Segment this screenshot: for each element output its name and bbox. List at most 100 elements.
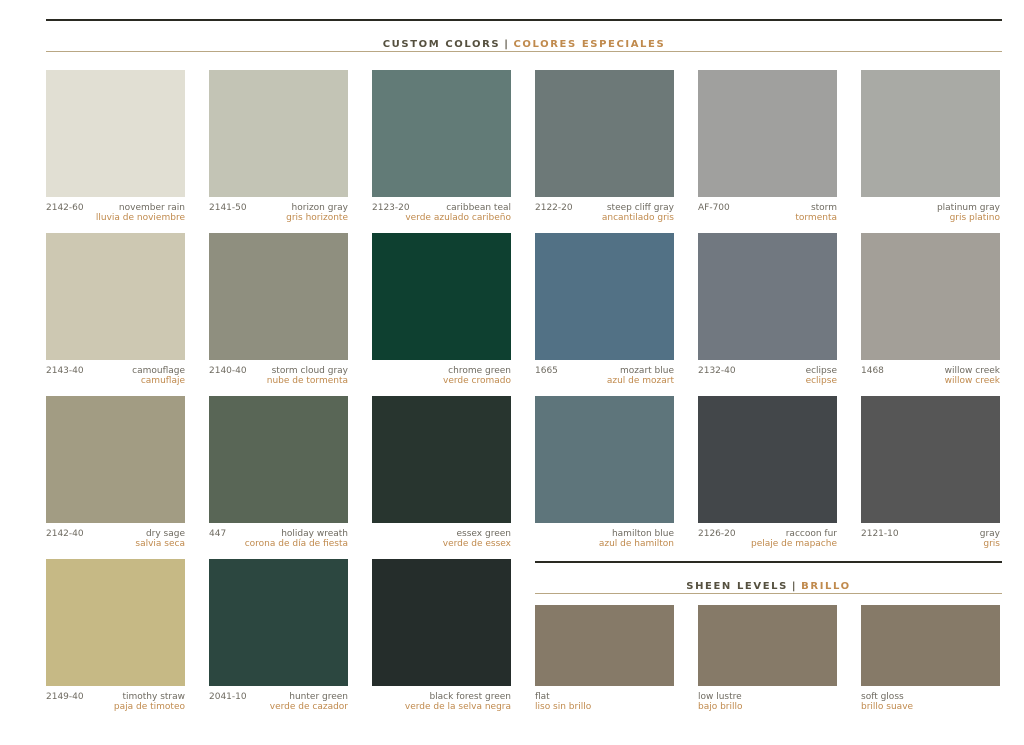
swatch-caribbean-teal[interactable]: 2123-20 caribbean teal verde azulado carib… (372, 70, 511, 225)
color-name-en: storm (810, 203, 837, 213)
color-name-en: mozart blue (619, 366, 674, 376)
color-name-en: november rain (118, 203, 185, 213)
swatch-mozart-blue[interactable]: 1665 mozart blue azul de mozart (535, 233, 674, 388)
swatch-hunter-green[interactable]: 2041-10 hunter green verde de cazador (209, 559, 348, 714)
color-name-en: raccoon fur (785, 529, 837, 539)
swatch-raccoon-fur[interactable]: 2126-20 raccoon fur pelaje de mapache (698, 396, 837, 551)
color-code: 2041-10 (209, 692, 247, 702)
color-name-en: timothy straw (122, 692, 185, 702)
color-name-en: platinum gray (936, 203, 1000, 213)
swatch-november-rain[interactable]: 2142-60 november rain lluvia de noviembre (46, 70, 185, 225)
color-chip[interactable] (535, 70, 674, 197)
sheen-soft-gloss[interactable]: soft gloss brillo suave (861, 605, 1000, 714)
color-chip[interactable] (209, 70, 348, 197)
swatch-horizon-gray[interactable]: 2141-50 horizon gray gris horizonte (209, 70, 348, 225)
color-name-en: storm cloud gray (271, 366, 348, 376)
color-chip[interactable] (46, 233, 185, 360)
color-code: 1468 (861, 366, 884, 376)
sheen-name-es: bajo brillo (698, 702, 743, 712)
sheen-chip[interactable] (861, 605, 1000, 686)
color-name-en: horizon gray (291, 203, 348, 213)
sheen-low-lustre[interactable]: low lustre bajo brillo (698, 605, 837, 714)
color-chip[interactable] (861, 70, 1000, 197)
custom-colors-heading: CUSTOM COLORS | COLORES ESPECIALES (46, 39, 1002, 50)
swatch-gray[interactable]: 2121-10 gray gris (861, 396, 1000, 551)
sheen-flat[interactable]: flat liso sin brillo (535, 605, 674, 714)
color-code: 2122-20 (535, 203, 573, 213)
swatch-black-forest-green[interactable]: black forest green verde de la selva negr… (372, 559, 511, 714)
color-name-es: paja de timoteo (113, 702, 185, 712)
color-name-es: azul de mozart (606, 376, 674, 386)
color-chip[interactable] (46, 559, 185, 686)
color-name-en: black forest green (429, 692, 511, 702)
color-chip[interactable] (698, 70, 837, 197)
color-chip[interactable] (372, 559, 511, 686)
sheen-name-en: flat (535, 692, 550, 702)
sheen-chip[interactable] (698, 605, 837, 686)
color-chip[interactable] (46, 70, 185, 197)
color-name-es: verde de la selva negra (404, 702, 511, 712)
swatch-storm-cloud-gray[interactable]: 2140-40 storm cloud gray nube de tormenta (209, 233, 348, 388)
swatch-holiday-wreath[interactable]: 447 holiday wreath corona de día de fiesta (209, 396, 348, 551)
sheen-name-en: soft gloss (861, 692, 904, 702)
sheen-chip[interactable] (535, 605, 674, 686)
color-name-es: azul de hamilton (598, 539, 674, 549)
color-name-en: caribbean teal (446, 203, 511, 213)
swatch-hamilton-blue[interactable]: hamilton blue azul de hamilton (535, 396, 674, 551)
color-name-en: hamilton blue (611, 529, 674, 539)
swatch-storm[interactable]: AF-700 storm tormenta (698, 70, 837, 225)
color-name-es: corona de día de fiesta (244, 539, 348, 549)
color-name-es: salvia seca (135, 539, 185, 549)
swatch-willow-creek[interactable]: 1468 willow creek willow creek (861, 233, 1000, 388)
custom-colors-title-en: CUSTOM COLORS (382, 39, 501, 50)
swatch-platinum-gray[interactable]: platinum gray gris platino (861, 70, 1000, 225)
color-name-en: steep cliff gray (606, 203, 674, 213)
color-code: 447 (209, 529, 227, 539)
swatch-camouflage[interactable]: 2143-40 camouflage camuflaje (46, 233, 185, 388)
swatch-essex-green[interactable]: essex green verde de essex (372, 396, 511, 551)
color-chip[interactable] (372, 70, 511, 197)
color-chip[interactable] (698, 396, 837, 523)
color-name-es: verde azulado caribeño (405, 213, 511, 223)
color-code: 2149-40 (46, 692, 84, 702)
color-name-en: willow creek (944, 366, 1000, 376)
color-name-en: chrome green (448, 366, 511, 376)
color-name-en: essex green (456, 529, 511, 539)
color-name-en: hunter green (289, 692, 348, 702)
color-name-es: ancantilado gris (601, 213, 674, 223)
color-name-es: verde de cazador (269, 702, 348, 712)
color-code: 2141-50 (209, 203, 247, 213)
sheen-name-en: low lustre (698, 692, 742, 702)
color-name-en: eclipse (805, 366, 837, 376)
color-name-en: camouflage (132, 366, 185, 376)
color-chip[interactable] (698, 233, 837, 360)
swatch-timothy-straw[interactable]: 2149-40 timothy straw paja de timoteo (46, 559, 185, 714)
color-name-es: gris platino (949, 213, 1000, 223)
color-chip[interactable] (209, 559, 348, 686)
color-name-es: eclipse (805, 376, 837, 386)
custom-colors-title-es: COLORES ESPECIALES (513, 39, 666, 50)
color-chip[interactable] (535, 233, 674, 360)
color-chip[interactable] (372, 233, 511, 360)
sheen-levels-title-es: BRILLO (801, 581, 851, 592)
color-chip[interactable] (372, 396, 511, 523)
color-chip[interactable] (209, 396, 348, 523)
color-chip[interactable] (861, 396, 1000, 523)
color-code: 1665 (535, 366, 558, 376)
custom-colors-rule (46, 51, 1002, 52)
sheen-levels-title-separator: | (791, 581, 798, 592)
color-code: 2126-20 (698, 529, 736, 539)
color-name-es: tormenta (795, 213, 837, 223)
custom-colors-title-separator: | (504, 39, 510, 50)
color-name-en: holiday wreath (281, 529, 348, 539)
swatch-dry-sage[interactable]: 2142-40 dry sage salvia seca (46, 396, 185, 551)
swatch-steep-cliff-gray[interactable]: 2122-20 steep cliff gray ancantilado gris (535, 70, 674, 225)
color-code: 2121-10 (861, 529, 899, 539)
top-rule (46, 19, 1002, 21)
color-chip[interactable] (861, 233, 1000, 360)
swatch-chrome-green[interactable]: chrome green verde cromado (372, 233, 511, 388)
color-chip[interactable] (209, 233, 348, 360)
swatch-eclipse[interactable]: 2132-40 eclipse eclipse (698, 233, 837, 388)
color-chip[interactable] (46, 396, 185, 523)
color-chip[interactable] (535, 396, 674, 523)
